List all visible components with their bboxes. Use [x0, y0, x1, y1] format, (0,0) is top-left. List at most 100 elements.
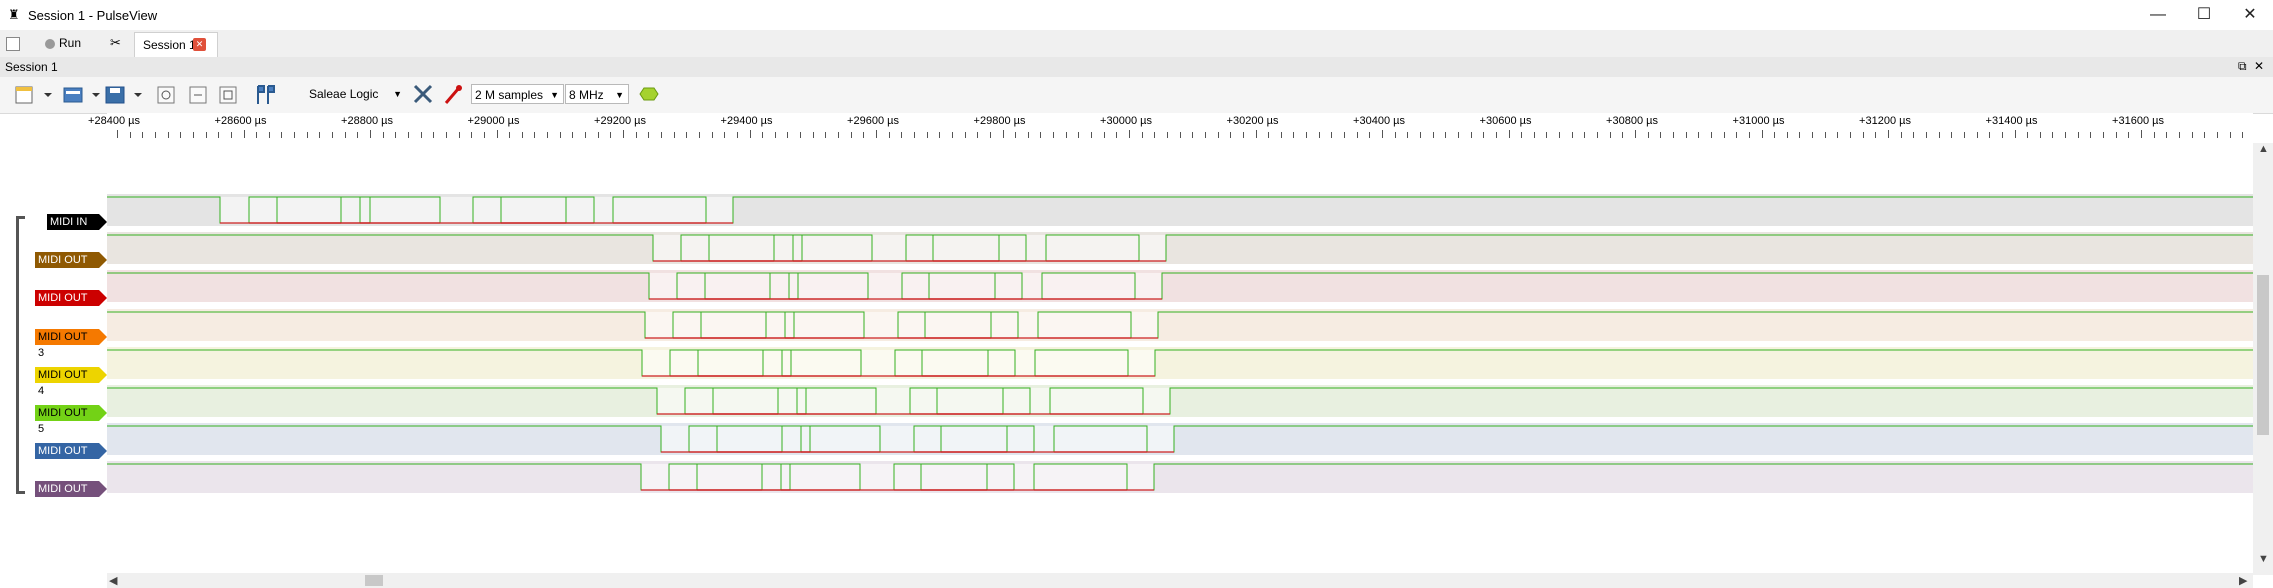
ruler-tick — [825, 132, 827, 138]
tab-close-icon[interactable]: ✕ — [193, 38, 206, 51]
ruler-tick — [1166, 132, 1168, 138]
ruler-tick — [1445, 132, 1447, 138]
new-tab-icon[interactable] — [6, 37, 20, 51]
cursor-icon[interactable] — [254, 84, 278, 106]
ruler-tick — [370, 130, 371, 138]
ruler-tick — [1723, 132, 1725, 138]
ruler-tick — [306, 132, 308, 138]
main-toolbar: Saleae Logic ▼ 2 M samples ▼ 8 MHz ▼ — [0, 77, 2273, 114]
tools-icon[interactable]: ✂ — [110, 33, 121, 53]
channel-label[interactable]: MIDI OUT 2 — [35, 290, 107, 320]
open-icon[interactable] — [62, 85, 102, 105]
run-label: Run — [59, 36, 82, 50]
ruler-label: +28400 µs — [88, 115, 140, 127]
ruler-tick — [901, 132, 903, 138]
ruler-tick — [1129, 130, 1130, 138]
ruler-tick — [2204, 132, 2206, 138]
ruler-label: +29000 µs — [467, 115, 520, 127]
horizontal-scroll-thumb[interactable] — [365, 575, 383, 586]
vertical-scroll-thumb[interactable] — [2257, 275, 2269, 435]
new-session-icon[interactable] — [14, 85, 54, 105]
ruler-tick — [1204, 132, 1206, 138]
scroll-right-icon[interactable]: ▶ — [2239, 574, 2247, 587]
session-bar: Session 1 ⧉ ✕ — [0, 57, 2273, 78]
samplerate-select[interactable]: 8 MHz ▼ — [565, 84, 629, 104]
ruler-tick — [2039, 132, 2041, 138]
channel-label[interactable]: MIDI OUT 4 — [35, 366, 107, 397]
close-window-button[interactable]: ✕ — [2227, 0, 2273, 30]
ruler-tick — [1432, 132, 1434, 138]
device-config-icon[interactable] — [412, 83, 434, 105]
run-indicator-icon[interactable] — [638, 86, 660, 102]
ruler-tick — [1242, 132, 1244, 138]
device-select[interactable]: Saleae Logic ▼ — [306, 84, 406, 104]
maximize-button[interactable]: ☐ — [2181, 0, 2227, 30]
ruler-tick — [1736, 132, 1738, 138]
waveform — [107, 234, 2253, 262]
ruler-tick — [395, 132, 397, 138]
app-icon: ♜ — [8, 7, 20, 22]
ruler-tick — [1508, 130, 1510, 138]
ruler-tick — [1862, 132, 1864, 138]
ruler-tick — [951, 132, 953, 138]
zoom-out-icon[interactable] — [188, 85, 208, 105]
ruler-tick — [559, 132, 561, 138]
channel-label[interactable]: MIDI OUT 5 — [35, 405, 107, 435]
ruler-tick — [2014, 130, 2016, 138]
ruler-tick — [218, 132, 220, 138]
tab-session-1[interactable]: Session 1 ✕ — [134, 32, 218, 58]
ruler-tick — [1217, 132, 1219, 138]
float-icon[interactable]: ⧉ — [2238, 59, 2247, 74]
scroll-up-icon[interactable]: ▲ — [2258, 143, 2269, 155]
ruler-tick — [1318, 132, 1320, 138]
ruler-tick — [2242, 132, 2244, 138]
channel-label[interactable]: MIDI OUT 6 — [35, 443, 107, 473]
run-button[interactable]: Run — [45, 33, 81, 53]
vertical-scrollbar[interactable]: ▲ ▼ — [2253, 143, 2273, 575]
zoom-in-icon[interactable] — [156, 85, 176, 105]
ruler-tick — [1571, 132, 1573, 138]
horizontal-scrollbar[interactable]: ◀ ▶ — [107, 573, 2253, 588]
ruler-tick — [800, 132, 802, 138]
ruler-tick — [1483, 132, 1485, 138]
ruler-label: +30400 µs — [1353, 115, 1405, 127]
channel-label[interactable]: MIDI OUT 3 — [35, 328, 107, 359]
time-ruler[interactable]: +28400 µs +28600 µs +28800 µs +29000 µs +292… — [88, 113, 2253, 143]
pulse-region — [661, 426, 1174, 453]
scroll-left-icon[interactable]: ◀ — [109, 574, 117, 587]
ruler-label: +30200 µs — [1226, 115, 1279, 127]
ruler-tick — [1331, 132, 1333, 138]
minimize-button[interactable]: — — [2135, 0, 2181, 30]
ruler-tick — [332, 132, 334, 138]
chevron-down-icon: ▼ — [615, 90, 624, 100]
channel-label[interactable]: MIDI IN — [47, 214, 107, 230]
ruler-tick — [1850, 132, 1852, 138]
ruler-tick — [964, 132, 966, 138]
ruler-tick — [458, 132, 460, 138]
ruler-tick — [1053, 132, 1055, 138]
ruler-tick — [2216, 132, 2218, 138]
waveform — [107, 272, 2253, 300]
zoom-fit-icon[interactable] — [218, 85, 238, 105]
ruler-label: +29200 µs — [594, 115, 646, 127]
trace-area[interactable] — [107, 143, 2253, 575]
ruler-tick — [1584, 132, 1586, 138]
session-close-icon[interactable]: ✕ — [2254, 59, 2264, 73]
ruler-tick — [344, 132, 346, 138]
channel-label[interactable]: MIDI OUT 7 — [35, 481, 107, 511]
probe-icon[interactable] — [442, 83, 464, 105]
ruler-tick — [2001, 132, 2003, 138]
channel-lane — [107, 270, 2253, 303]
save-icon[interactable] — [104, 85, 144, 105]
ruler-label: +31000 µs — [1732, 115, 1785, 127]
ruler-tick — [1382, 130, 1383, 138]
channel-label[interactable]: MIDI OUT 1 — [35, 252, 107, 282]
ruler-tick — [1913, 132, 1915, 138]
ruler-tick — [2229, 132, 2231, 138]
title-bar: ♜ Session 1 - PulseView — ☐ ✕ — [0, 0, 2273, 30]
ruler-tick — [1040, 132, 1042, 138]
scroll-down-icon[interactable]: ▼ — [2258, 553, 2269, 565]
samples-select[interactable]: 2 M samples ▼ — [471, 84, 564, 104]
ruler-tick — [2128, 132, 2130, 138]
ruler-tick — [1078, 132, 1080, 138]
